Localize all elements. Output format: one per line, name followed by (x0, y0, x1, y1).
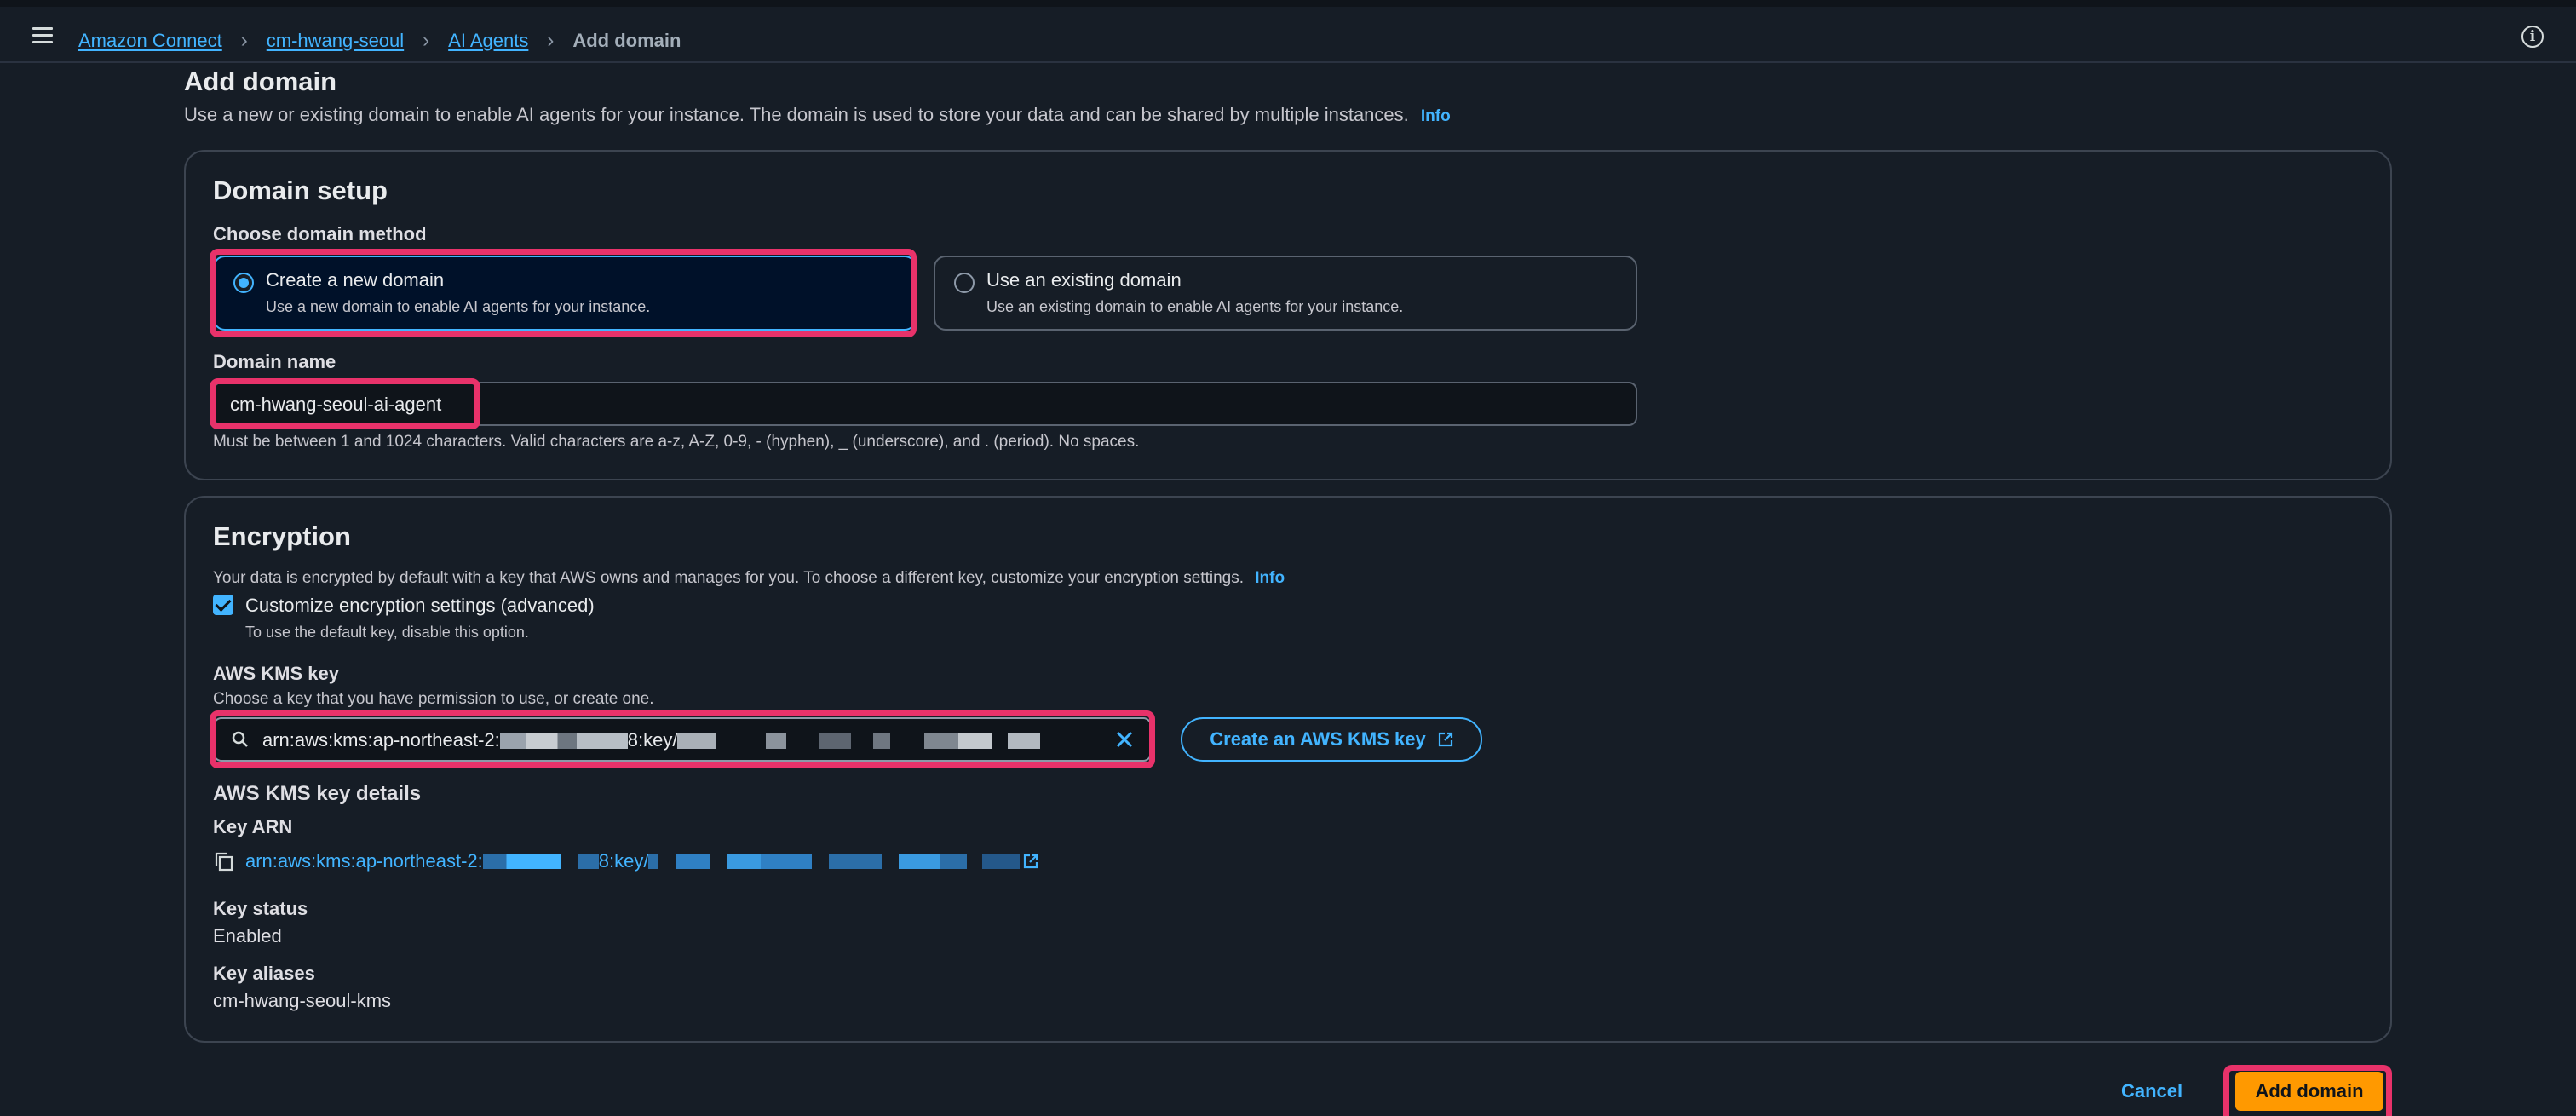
add-domain-button[interactable]: Add domain (2235, 1072, 2383, 1111)
chevron-right-icon: › (547, 29, 555, 52)
encryption-container: Encryption Your data is encrypted by def… (184, 496, 2392, 1043)
page-title: Add domain (184, 66, 337, 96)
domain-name-label: Domain name (213, 351, 336, 372)
kms-key-hint: Choose a key that you have permission to… (213, 690, 654, 708)
redacted-block (676, 854, 710, 869)
domain-name-input[interactable]: cm-hwang-seoul-ai-agent (213, 382, 1637, 426)
redacted-block (482, 854, 561, 869)
customize-encryption-checkbox[interactable] (213, 595, 233, 615)
domain-setup-container: Domain setup Choose domain method Create… (184, 150, 2392, 480)
chevron-right-icon: › (240, 29, 248, 52)
redacted-block (1008, 733, 1041, 750)
key-arn-row: arn:aws:kms:ap-northeast-2: 8:key/ (213, 850, 1038, 872)
info-icon[interactable] (2521, 26, 2544, 48)
key-arn-prefix: arn:aws:kms:ap-northeast-2: (245, 850, 483, 872)
encryption-title: Encryption (213, 521, 351, 551)
domain-setup-title: Domain setup (213, 175, 388, 205)
key-aliases-label: Key aliases (213, 963, 315, 984)
page-description-text: Use a new or existing domain to enable A… (184, 104, 1409, 125)
key-arn-mid: 8:key/ (598, 850, 649, 872)
redacted-block (958, 733, 993, 750)
redacted-block (982, 854, 1021, 869)
create-new-domain-description: Use a new domain to enable AI agents for… (266, 298, 651, 315)
redacted-block (499, 733, 628, 750)
kms-key-value-prefix: arn:aws:kms:ap-northeast-2: (262, 729, 500, 751)
page-description: Use a new or existing domain to enable A… (184, 104, 1451, 126)
use-existing-domain-option[interactable]: Use an existing domain Use an existing d… (934, 256, 1637, 331)
cancel-button[interactable]: Cancel (2121, 1080, 2182, 1102)
encryption-description-text: Your data is encrypted by default with a… (213, 569, 1244, 587)
key-aliases-value: cm-hwang-seoul-kms (213, 990, 392, 1011)
redacted-block (727, 854, 813, 869)
external-link-icon (1024, 854, 1038, 869)
breadcrumb-ai-agents[interactable]: AI Agents (448, 30, 528, 52)
key-status-value: Enabled (213, 925, 282, 946)
redacted-block (899, 854, 968, 869)
redacted-block (819, 733, 852, 750)
breadcrumb-instance[interactable]: cm-hwang-seoul (267, 30, 404, 52)
kms-key-search-input[interactable]: arn:aws:kms:ap-northeast-2: 8:key/ (213, 717, 1152, 762)
redacted-block (677, 733, 717, 750)
redacted-block (648, 854, 659, 869)
create-kms-key-button[interactable]: Create an AWS KMS key (1181, 717, 1482, 762)
top-navigation-bar: Amazon Connect › cm-hwang-seoul › AI Age… (0, 0, 2576, 63)
kms-key-value-mid: 8:key/ (627, 729, 678, 751)
use-existing-domain-description: Use an existing domain to enable AI agen… (986, 298, 1404, 315)
redacted-block (873, 733, 891, 750)
search-icon (232, 731, 248, 747)
radio-create-new-domain[interactable] (233, 273, 254, 293)
radio-use-existing-domain[interactable] (954, 273, 975, 293)
key-status-label: Key status (213, 898, 308, 919)
encryption-description: Your data is encrypted by default with a… (213, 569, 1285, 588)
close-icon[interactable] (1114, 729, 1135, 750)
create-kms-key-label: Create an AWS KMS key (1210, 728, 1426, 750)
kms-key-value: arn:aws:kms:ap-northeast-2: 8:key/ (262, 729, 1041, 751)
customize-encryption-label[interactable]: Customize encryption settings (advanced) (245, 595, 595, 617)
external-link-icon (1438, 732, 1452, 747)
customize-encryption-hint: To use the default key, disable this opt… (245, 624, 529, 641)
domain-method-label: Choose domain method (213, 223, 427, 244)
page-info-link[interactable]: Info (1421, 107, 1451, 125)
chevron-right-icon: › (423, 29, 430, 52)
redacted-block (829, 854, 883, 869)
copy-icon[interactable] (213, 850, 235, 872)
redacted-block (766, 733, 787, 750)
use-existing-domain-label: Use an existing domain (986, 269, 1182, 291)
domain-name-hint: Must be between 1 and 1024 characters. V… (213, 433, 1140, 451)
create-new-domain-label: Create a new domain (266, 269, 445, 291)
menu-icon[interactable] (32, 27, 53, 44)
key-arn-label: Key ARN (213, 816, 293, 837)
encryption-info-link[interactable]: Info (1255, 569, 1285, 587)
breadcrumb-amazon-connect[interactable]: Amazon Connect (78, 30, 222, 52)
key-arn-link[interactable]: arn:aws:kms:ap-northeast-2: 8:key/ (245, 850, 1038, 872)
create-new-domain-option[interactable]: Create a new domain Use a new domain to … (213, 256, 917, 331)
redacted-block (924, 733, 959, 750)
breadcrumb: Amazon Connect › cm-hwang-seoul › AI Age… (78, 29, 681, 53)
breadcrumb-current: Add domain (572, 30, 681, 51)
redacted-block (578, 854, 599, 869)
kms-details-title: AWS KMS key details (213, 782, 422, 805)
kms-key-label: AWS KMS key (213, 663, 339, 684)
